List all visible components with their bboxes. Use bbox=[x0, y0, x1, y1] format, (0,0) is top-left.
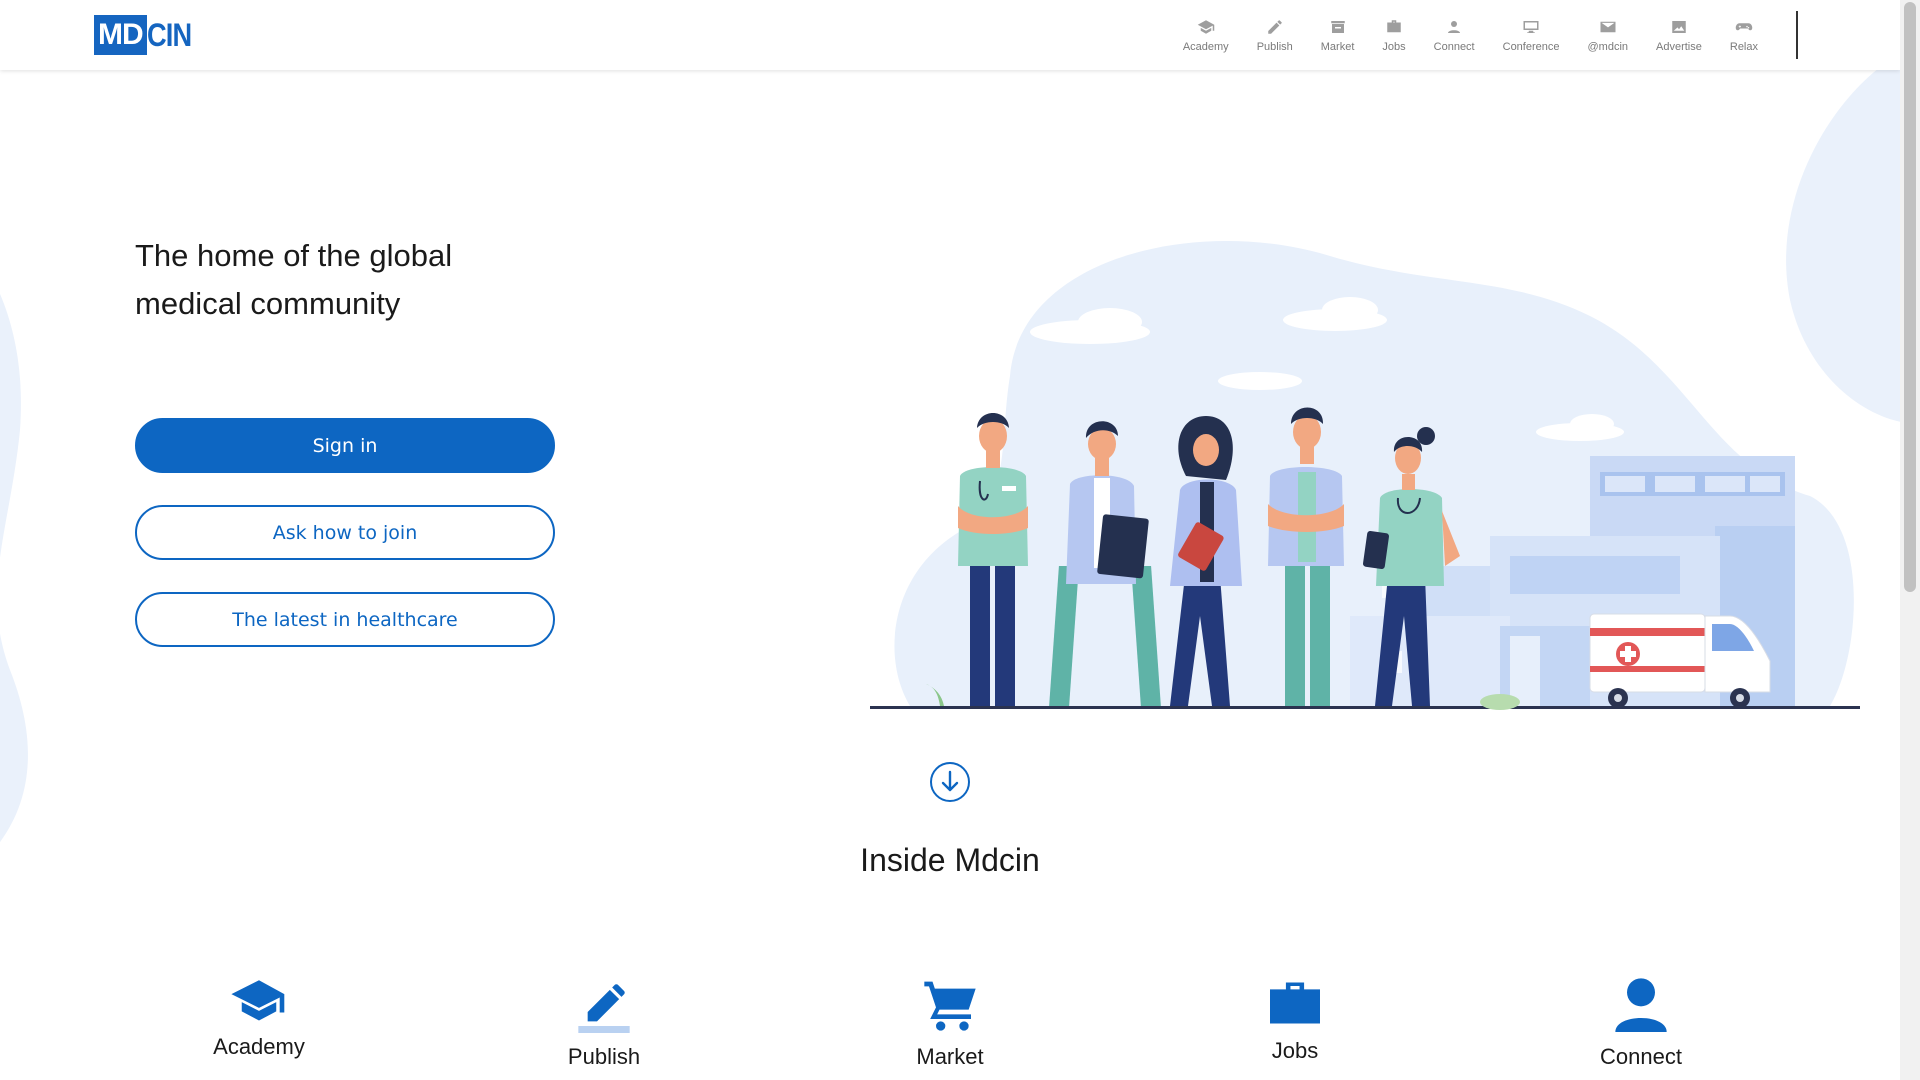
hero-title-line1: The home of the global bbox=[135, 238, 453, 273]
scroll-down-arrow-icon[interactable] bbox=[928, 760, 972, 804]
nav-item-market[interactable]: Market bbox=[1320, 0, 1355, 70]
nav-item-connect[interactable]: Connect bbox=[1434, 0, 1475, 70]
hero-title-line2: medical community bbox=[135, 286, 401, 321]
nav-item-publish[interactable]: Publish bbox=[1257, 0, 1293, 70]
gamepad-icon bbox=[1735, 22, 1753, 30]
sign-in-button[interactable]: Sign in bbox=[135, 418, 555, 473]
envelope-icon bbox=[1600, 21, 1616, 32]
cart-icon bbox=[924, 981, 976, 1031]
feature-publish[interactable]: Publish bbox=[504, 976, 704, 1070]
hero-title: The home of the global medical community bbox=[135, 232, 555, 328]
feature-market[interactable]: Market bbox=[850, 976, 1050, 1070]
graduation-cap-icon bbox=[231, 980, 285, 1021]
nav-item-advertise[interactable]: Advertise bbox=[1656, 0, 1702, 70]
feature-label: Publish bbox=[567, 1044, 641, 1069]
inside-mdcin-heading: Inside Mdcin bbox=[860, 842, 1040, 878]
pencil-icon bbox=[1267, 19, 1282, 34]
page-scrollbar[interactable] bbox=[1900, 0, 1920, 1080]
logo-md: MD bbox=[94, 15, 147, 55]
logo-cin: CIN bbox=[146, 17, 192, 53]
ask-how-to-join-button[interactable]: Ask how to join bbox=[135, 505, 555, 560]
nav-label: Academy bbox=[1182, 40, 1229, 53]
pencil-icon bbox=[578, 984, 630, 1033]
nav-item-jobs[interactable]: Jobs bbox=[1382, 0, 1406, 70]
feature-label: Academy bbox=[213, 1034, 305, 1059]
briefcase-icon bbox=[1387, 19, 1401, 32]
page: MD CIN Academy Publish Market Jobs Conne… bbox=[0, 0, 1900, 1080]
nav-label: Publish bbox=[1256, 40, 1293, 53]
store-icon bbox=[1330, 20, 1345, 33]
feature-row: Academy Publish Market Jobs Connect bbox=[0, 970, 1900, 1080]
nav-label: Market bbox=[1320, 40, 1355, 53]
feature-label: Jobs bbox=[1271, 1038, 1319, 1063]
background-blob-left bbox=[0, 294, 28, 842]
image-ad-icon bbox=[1672, 20, 1686, 33]
nav-label: Advertise bbox=[1656, 40, 1702, 53]
mdcin-logo[interactable]: MD CIN bbox=[94, 15, 199, 55]
scrollbar-thumb[interactable] bbox=[1904, 2, 1916, 592]
nav-label: Jobs bbox=[1382, 40, 1406, 53]
nav-label: Conference bbox=[1502, 40, 1560, 53]
top-nav: Academy Publish Market Jobs Connect Conf… bbox=[1169, 0, 1900, 70]
latest-in-healthcare-button[interactable]: The latest in healthcare bbox=[135, 592, 555, 647]
person-icon bbox=[1615, 978, 1667, 1032]
nav-label: @mdcin bbox=[1587, 40, 1629, 53]
feature-label: Market bbox=[916, 1044, 984, 1069]
graduation-cap-icon bbox=[1197, 19, 1214, 34]
nav-item-mdcin[interactable]: @mdcin bbox=[1587, 0, 1629, 70]
nav-label: Connect bbox=[1433, 40, 1475, 53]
feature-connect[interactable]: Connect bbox=[1541, 974, 1741, 1070]
monitor-icon bbox=[1523, 20, 1539, 33]
person-icon bbox=[1448, 20, 1461, 33]
nav-item-academy[interactable]: Academy bbox=[1183, 0, 1229, 70]
nav-item-relax[interactable]: Relax bbox=[1730, 0, 1758, 70]
briefcase-icon bbox=[1270, 982, 1320, 1024]
nav-item-conference[interactable]: Conference bbox=[1503, 0, 1560, 70]
medical-staff-illustration bbox=[870, 241, 1860, 710]
feature-academy[interactable]: Academy bbox=[159, 978, 359, 1060]
feature-jobs[interactable]: Jobs bbox=[1195, 978, 1395, 1064]
feature-label: Connect bbox=[1600, 1044, 1682, 1069]
top-header: MD CIN Academy Publish Market Jobs Conne… bbox=[0, 0, 1900, 70]
nav-label: Relax bbox=[1729, 40, 1758, 53]
nav-divider bbox=[1796, 11, 1798, 59]
